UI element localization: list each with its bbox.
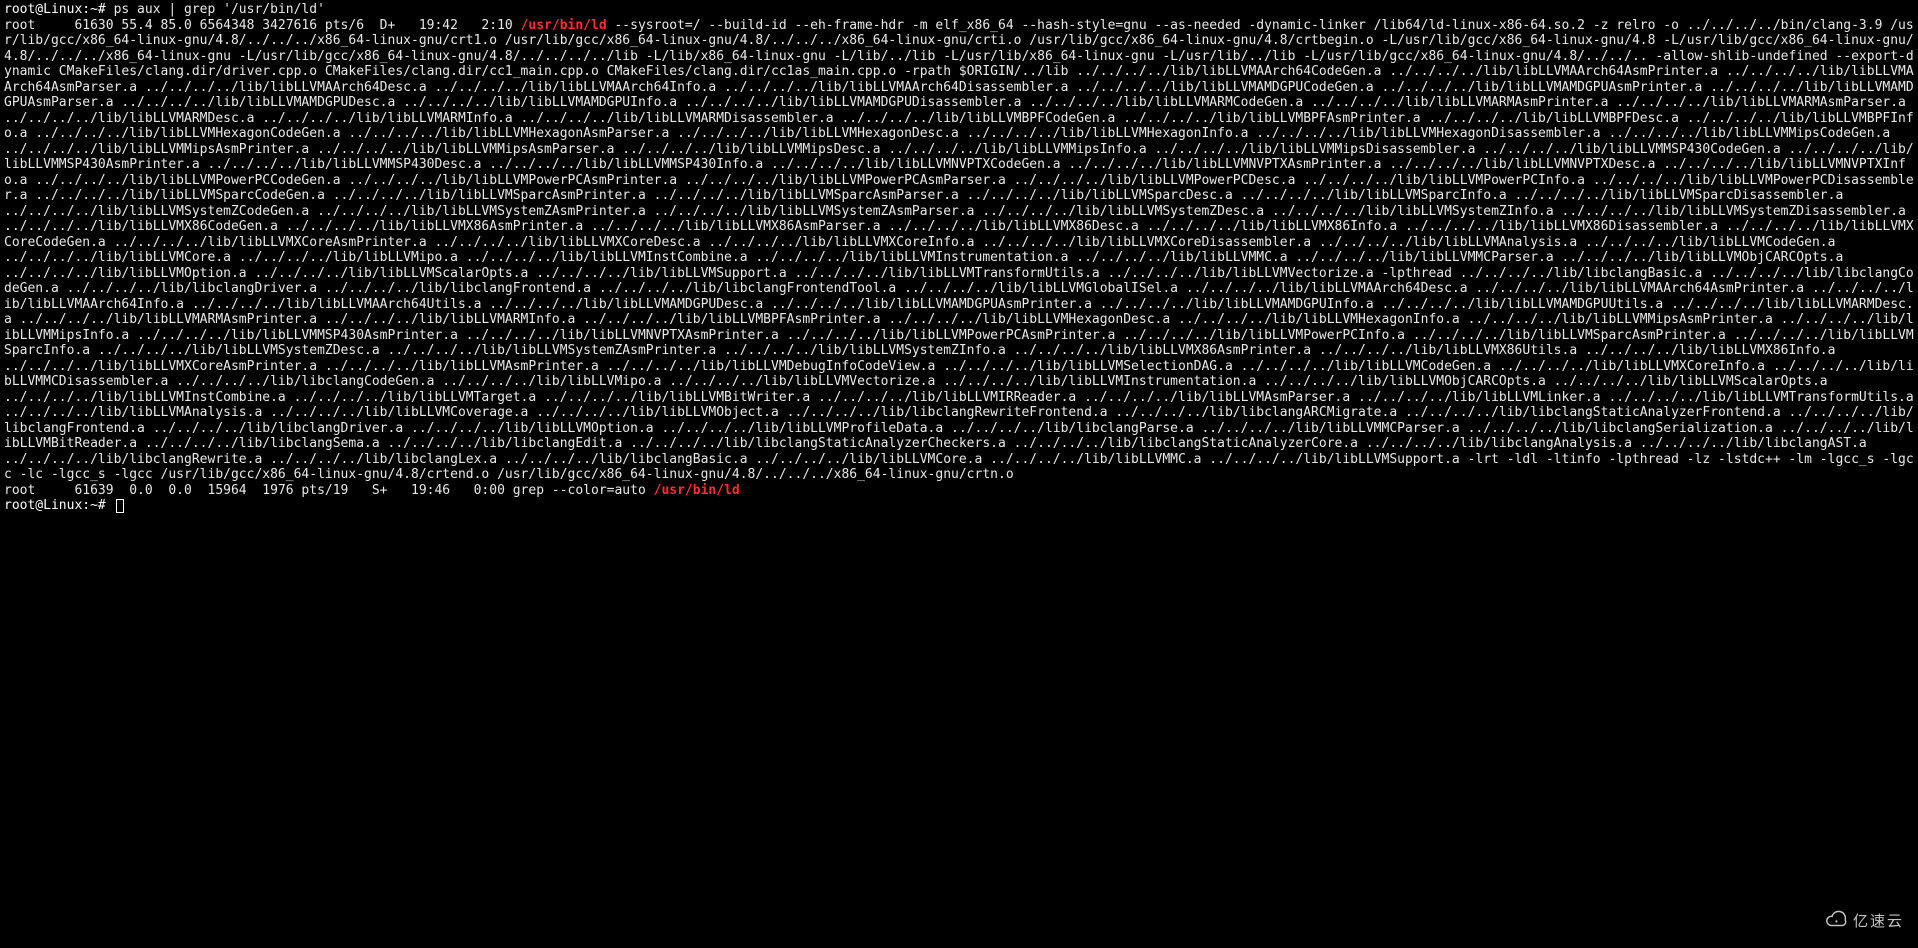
shell-prompt: root@Linux:~# (4, 2, 106, 17)
ps-row-grep: root 61639 0.0 0.0 15964 1976 pts/19 S+ … (4, 483, 740, 498)
shell-command: ps aux | grep '/usr/bin/ld' (114, 2, 325, 17)
watermark: 亿速云 (1825, 909, 1904, 936)
grep-match: /usr/bin/ld (654, 483, 740, 498)
watermark-text: 亿速云 (1853, 910, 1904, 931)
terminal-output[interactable]: root@Linux:~# ps aux | grep '/usr/bin/ld… (0, 0, 1918, 516)
cloud-icon (1825, 909, 1847, 931)
grep-match: /usr/bin/ld (521, 18, 607, 33)
cursor-icon (116, 499, 124, 513)
shell-prompt: root@Linux:~# (4, 498, 106, 513)
ps-row-ld: root 61630 55.4 85.0 6564348 3427616 pts… (4, 18, 1918, 483)
